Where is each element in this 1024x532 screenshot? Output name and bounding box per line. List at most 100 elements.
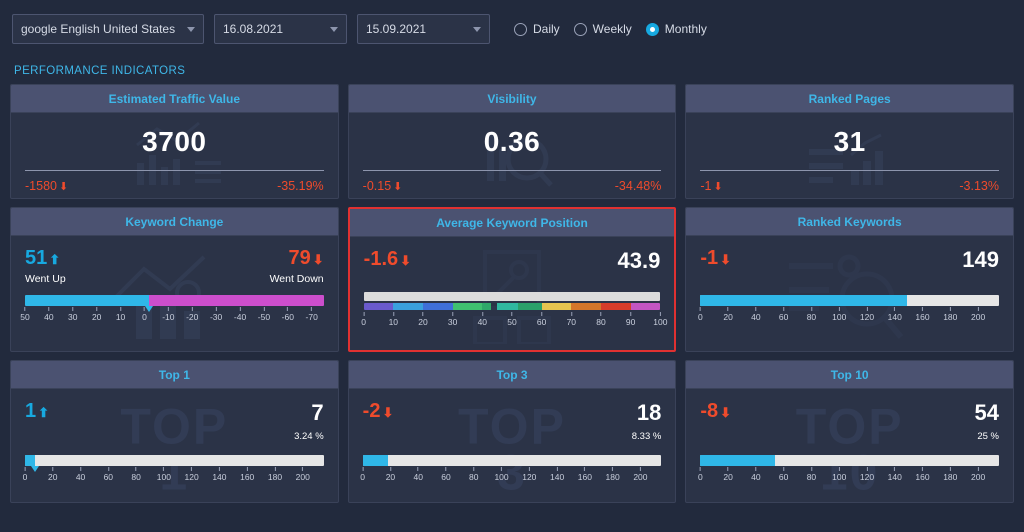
scale-tick: 30 <box>448 312 457 327</box>
date-from-select[interactable]: 16.08.2021 <box>214 14 347 44</box>
top3-delta: -2 ⬇ <box>362 400 394 422</box>
tick-mark <box>163 467 165 471</box>
scale-ticks: 0 20 40 60 80 100 120 140 160 180 200 <box>698 307 999 326</box>
tick-mark <box>311 307 313 311</box>
kpi-footer: -1580 ⬇ -35.19% <box>25 171 324 193</box>
kpi-percent: -34.48% <box>614 179 662 193</box>
tick-label: 160 <box>915 312 930 322</box>
scale-tick: 60 <box>779 467 788 482</box>
radio-monthly-indicator[interactable] <box>645 22 659 36</box>
scale-tick: -60 <box>282 307 294 322</box>
scale-tick: -50 <box>258 307 270 322</box>
scale-tick: 200 <box>971 307 985 322</box>
top10-percent: 25 % <box>977 431 999 442</box>
card-top-10[interactable]: Top 10 TOP 10 -8 ⬇ 54 25 % 0 20 40 60 80… <box>685 360 1014 503</box>
tick-label: 0 <box>22 472 28 482</box>
tick-label: 120 <box>184 472 199 482</box>
tick-mark <box>584 467 586 471</box>
tick-mark <box>392 312 394 316</box>
tick-label: -40 <box>233 312 247 322</box>
dashboard-page: google English United States 16.08.2021 … <box>0 0 1024 532</box>
chevron-down-icon <box>330 26 338 32</box>
scale-tick: 20 <box>48 467 58 482</box>
tick-label: 140 <box>549 472 565 482</box>
radio-daily[interactable]: Daily <box>514 22 560 36</box>
radio-monthly[interactable]: Monthly <box>645 22 707 36</box>
card-keyword-change[interactable]: Keyword Change 51 ⬆ Went Up 79 ⬇ Went Do… <box>10 207 339 352</box>
tick-mark <box>755 307 757 311</box>
card-average-keyword-position[interactable]: Average Keyword Position -1.6 ⬇ 43.9 0 1… <box>347 207 677 352</box>
scale-fill <box>700 295 908 306</box>
card-body: 51 ⬆ Went Up 79 ⬇ Went Down 50 40 30 20 10 0 -10… <box>11 236 338 349</box>
top1-percent: 3.24 % <box>294 431 324 442</box>
tick-mark <box>389 467 391 471</box>
search-engine-select[interactable]: google English United States <box>12 14 204 44</box>
tick-label: 180 <box>943 312 958 322</box>
kpi-delta: -1580 ⬇ <box>25 179 69 193</box>
date-to-value: 15.09.2021 <box>366 22 427 36</box>
card-estimated-traffic-value[interactable]: Estimated Traffic Value 3700 -1580 ⬇ -35… <box>10 84 339 199</box>
kpi-value: 0.36 <box>483 126 541 157</box>
card-title: Top 3 <box>348 361 676 389</box>
scale-tick: 120 <box>522 467 536 482</box>
tick-mark <box>417 467 419 471</box>
tick-label: 0 <box>697 472 703 482</box>
card-visibility[interactable]: Visibility 0.36 -0.15 ⬇ -34.48% <box>347 84 677 199</box>
scale-tick: 80 <box>469 467 478 482</box>
card-ranked-keywords[interactable]: Ranked Keywords -1 ⬇ 149 0 20 40 60 80 1… <box>685 207 1014 352</box>
tick-mark <box>949 467 951 471</box>
scale-ticks: 0 20 40 60 80 100 120 140 160 180 200 <box>360 467 662 486</box>
tick-label: 200 <box>970 312 986 322</box>
tick-label: 90 <box>625 317 636 327</box>
card-top-1[interactable]: Top 1 TOP 1 1 ⬆ 7 3.24 % 0 20 40 60 80 1… <box>10 360 339 503</box>
top10-scale: 0 20 40 60 80 100 120 140 160 180 200 <box>698 455 999 486</box>
tick-mark <box>556 467 558 471</box>
kpi-row: Estimated Traffic Value 3700 -1580 ⬇ -35… <box>0 84 1024 199</box>
scale-tick: 0 <box>360 467 365 482</box>
keyword-row: Keyword Change 51 ⬆ Went Up 79 ⬇ Went Do… <box>0 207 1024 352</box>
radio-daily-indicator[interactable] <box>514 22 527 36</box>
scale-tick: 180 <box>943 307 957 322</box>
chevron-down-icon <box>473 26 481 32</box>
tick-mark <box>452 312 454 316</box>
scale-tick: 0 <box>698 467 703 482</box>
scale-tick: 20 <box>418 312 428 327</box>
card-top-3[interactable]: Top 3 TOP 3 -2 ⬇ 18 8.33 % 0 20 40 60 80… <box>347 360 677 503</box>
tick-mark <box>215 307 217 311</box>
tick-mark <box>362 467 364 471</box>
chevron-down-icon <box>187 26 195 32</box>
tick-mark <box>445 467 447 471</box>
tick-mark <box>511 312 513 316</box>
tick-label: 20 <box>91 312 102 322</box>
card-body: 31 -1 ⬇ -3.13% <box>686 113 1013 198</box>
scale-ticks: 0 20 40 60 80 100 120 140 160 180 200 <box>22 466 324 486</box>
tick-mark <box>528 467 530 471</box>
tick-mark <box>783 307 785 311</box>
rainbow-segment <box>452 303 483 310</box>
top1-delta: 1 ⬆ <box>25 400 50 422</box>
date-to-select[interactable]: 15.09.2021 <box>357 14 490 44</box>
tick-mark <box>727 467 729 471</box>
radio-weekly-indicator[interactable] <box>573 22 587 36</box>
scale-ticks: 0 20 40 60 80 100 120 140 160 180 200 <box>698 467 999 486</box>
tick-mark <box>783 467 785 471</box>
tick-label: -10 <box>162 312 175 322</box>
keyword-change-scale: 50 40 30 20 10 0 -10 -20 -30 -40 -50 -60 -70 <box>20 295 324 326</box>
tick-mark <box>894 467 896 471</box>
tick-label: 60 <box>103 472 114 482</box>
tick-label: 30 <box>68 312 78 322</box>
card-body: 3700 -1580 ⬇ -35.19% <box>11 113 338 198</box>
tick-mark <box>727 307 729 311</box>
scale-tick: 100 <box>157 467 171 482</box>
card-ranked-pages[interactable]: Ranked Pages 31 -1 ⬇ -3.13% <box>685 84 1014 199</box>
rainbow-segment <box>517 303 542 310</box>
scale-tick: 40 <box>751 307 761 322</box>
scale-tick: 200 <box>296 467 310 482</box>
scale-tick: 100 <box>494 467 509 482</box>
radio-weekly[interactable]: Weekly <box>573 22 632 36</box>
scale-track <box>363 292 661 301</box>
date-from-value: 16.08.2021 <box>223 22 284 36</box>
scale-tick: 200 <box>971 467 985 482</box>
tick-mark <box>570 312 572 316</box>
filter-toolbar: google English United States 16.08.2021 … <box>0 0 1024 58</box>
